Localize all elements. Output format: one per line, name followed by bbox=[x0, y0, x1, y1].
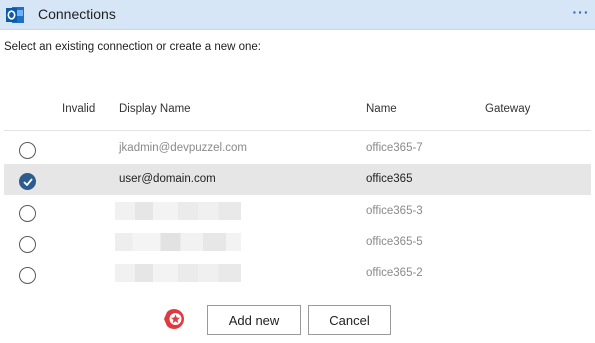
select-radio[interactable] bbox=[19, 236, 36, 253]
name-cell: office365-5 bbox=[366, 236, 423, 248]
table-row[interactable]: office365-5 bbox=[4, 227, 591, 258]
display-name-cell: jkadmin@devpuzzel.com bbox=[119, 142, 248, 154]
redacted-display-name bbox=[115, 264, 241, 282]
select-radio[interactable] bbox=[19, 205, 36, 222]
dialog-header: Connections ··· bbox=[0, 0, 595, 30]
cancel-button[interactable]: Cancel bbox=[308, 305, 391, 335]
more-options-button[interactable]: ··· bbox=[570, 2, 592, 24]
name-cell: office365-3 bbox=[366, 205, 423, 217]
column-header-display-name: Display Name bbox=[119, 103, 191, 115]
dialog-title: Connections bbox=[38, 6, 116, 22]
highlight-badge-icon bbox=[163, 308, 188, 330]
name-cell: office365-7 bbox=[366, 142, 423, 154]
select-radio[interactable] bbox=[19, 267, 36, 284]
select-radio[interactable] bbox=[19, 173, 36, 190]
name-cell: office365-2 bbox=[366, 267, 423, 279]
instructions-text: Select an existing connection or create … bbox=[4, 41, 261, 53]
column-header-name: Name bbox=[366, 103, 397, 115]
name-cell: office365 bbox=[366, 173, 413, 185]
header-divider bbox=[4, 130, 591, 131]
select-radio[interactable] bbox=[19, 142, 36, 159]
checkmark-icon bbox=[23, 178, 33, 186]
display-name-cell: user@domain.com bbox=[119, 173, 216, 185]
redacted-display-name bbox=[115, 233, 241, 251]
column-header-gateway: Gateway bbox=[485, 103, 531, 115]
table-row[interactable]: user@domain.com office365 bbox=[4, 164, 591, 195]
add-new-button[interactable]: Add new bbox=[207, 305, 301, 335]
redacted-display-name bbox=[115, 202, 241, 220]
outlook-icon bbox=[5, 5, 25, 25]
column-header-invalid: Invalid bbox=[62, 103, 96, 115]
table-row[interactable]: office365-2 bbox=[4, 258, 591, 289]
table-row[interactable]: jkadmin@devpuzzel.com office365-7 bbox=[4, 133, 591, 164]
table-row[interactable]: office365-3 bbox=[4, 196, 591, 227]
